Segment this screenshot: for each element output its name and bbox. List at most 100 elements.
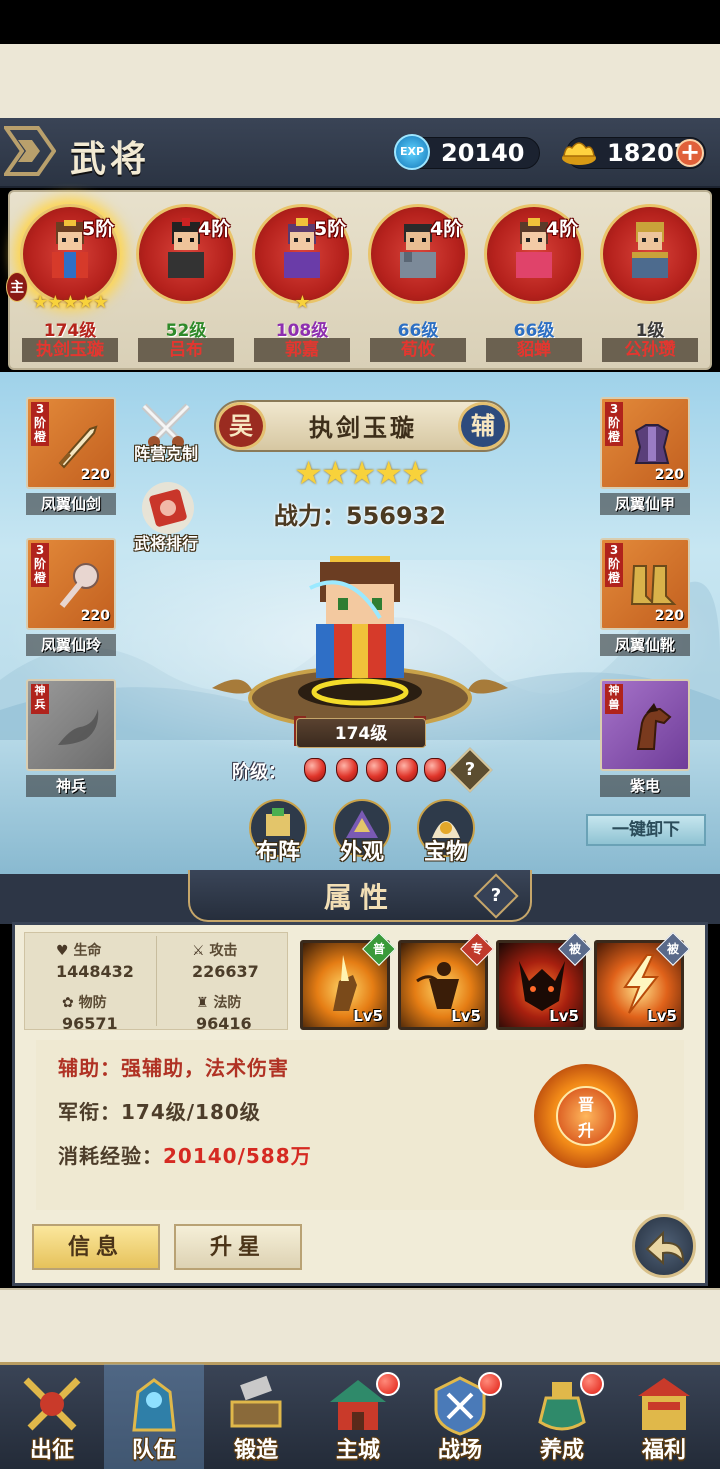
horse-icon — [636, 703, 672, 750]
skill-tag-label: 被 — [666, 942, 679, 956]
role-description: 辅助：强辅助，法术伤害 — [58, 1056, 289, 1080]
rank-gem — [366, 758, 388, 782]
stat-hp-value: 1448432 — [56, 962, 134, 981]
tab-info[interactable]: 信息 — [32, 1224, 160, 1270]
rank-label: 阶级： — [232, 762, 286, 783]
selected-hero-stars: ★★★★★ — [294, 454, 429, 492]
equip-label: 凤翼仙玲 — [26, 634, 116, 656]
nav-item-team[interactable]: 队伍 — [104, 1366, 204, 1466]
hero-tier: 4阶 — [546, 218, 579, 240]
nav-item-battlefield[interactable]: 战场 — [410, 1366, 510, 1466]
rank-gem — [396, 758, 418, 782]
equip-rank-badge: 3阶橙 — [31, 402, 49, 446]
bottom-margin — [0, 1288, 720, 1362]
nav-item-welfare[interactable]: 福利 — [614, 1366, 714, 1466]
skill-tag-label: 专 — [470, 942, 483, 956]
hero-tier: 5阶 — [82, 218, 115, 240]
stat-attack-value: 226637 — [192, 962, 259, 981]
hero-slot[interactable]: 5阶 ★ 108级 郭嘉 — [244, 192, 360, 368]
boots-icon — [630, 565, 677, 605]
equip-slot-mount[interactable]: 神兽 — [600, 679, 690, 771]
paw-icon: ✿ — [62, 995, 74, 1011]
armor-icon — [634, 424, 670, 464]
equip-slot-boots[interactable]: 3阶橙 220 — [600, 538, 690, 630]
hero-name: 执剑玉璇 — [22, 338, 118, 362]
equip-label: 凤翼仙靴 — [600, 634, 690, 656]
stat-mdef-label: 法防 — [213, 995, 242, 1011]
camp-badge: 吴 — [216, 402, 266, 450]
selected-hero-name: 执剑玉璇 — [309, 413, 417, 442]
nav-label: 养成 — [539, 1437, 584, 1463]
camp-counter-label[interactable]: 阵营克制 — [116, 440, 216, 464]
skill-tag-label: 普 — [372, 942, 385, 956]
exp-cost: 消耗经验：20140/588万 — [58, 1140, 312, 1169]
equip-label: 凤翼仙剑 — [26, 493, 116, 515]
treasure-label[interactable]: 宝物 — [396, 834, 496, 866]
exp-cost-label: 消耗经验： — [58, 1144, 163, 1168]
notification-dot — [376, 1372, 400, 1396]
unequip-all-button[interactable]: 一键卸下 — [586, 814, 706, 846]
tab-upstar[interactable]: 升星 — [174, 1224, 302, 1270]
skill-slot[interactable]: 专 Lv5 — [398, 932, 494, 1030]
notification-dot — [580, 1372, 604, 1396]
stat-hp-label: 生命 — [73, 943, 102, 959]
hero-slot[interactable]: 4阶 66级 荀攸 — [360, 192, 476, 368]
header-ornament-icon — [4, 126, 56, 176]
hero-slot[interactable]: 5阶 ★★★★★ 174级 执剑玉璇 — [12, 192, 128, 368]
promote-button[interactable]: 晋升 — [556, 1086, 616, 1146]
hero-name: 郭嘉 — [254, 338, 350, 362]
nav-item-expedition[interactable]: 出征 — [2, 1366, 102, 1466]
nav-item-cultivate[interactable]: 养成 — [512, 1366, 612, 1466]
nav-item-main-city[interactable]: 主城 — [308, 1366, 408, 1466]
exp-icon: EXP — [394, 134, 430, 170]
equip-rank-badge: 3阶橙 — [31, 543, 49, 587]
gold-ingot-icon — [562, 142, 596, 165]
equip-slot-armor[interactable]: 3阶橙 220 — [600, 397, 690, 489]
equip-rank-badge: 3阶橙 — [605, 402, 623, 446]
helmet-icon: ♜ — [196, 995, 209, 1011]
team-icon — [132, 1378, 176, 1432]
back-arrow-icon — [645, 1230, 685, 1266]
stat-magic-defense: ♜ 法防 96416 — [196, 992, 306, 1033]
exp-cost-value: 20140/588万 — [163, 1144, 312, 1168]
skill-level: Lv5 — [353, 1007, 383, 1025]
heart-icon: ♥ — [56, 943, 69, 959]
rank-gem — [336, 758, 358, 782]
question-icon: ? — [464, 759, 476, 780]
question-icon: ? — [490, 885, 502, 906]
hero-slot[interactable]: 4阶 52级 吕布 — [128, 192, 244, 368]
role-badge: 辅 — [458, 402, 508, 450]
add-gold-button[interactable]: + — [676, 139, 704, 167]
stat-physical-defense: ✿ 物防 96571 — [62, 992, 172, 1033]
hero-stars: ★★★★★ — [32, 292, 109, 313]
equip-slot-accessory[interactable]: 3阶橙 220 — [26, 538, 116, 630]
stat-mdef-value: 96416 — [196, 1014, 252, 1033]
bell-icon — [59, 563, 99, 608]
equip-value: 220 — [80, 608, 110, 624]
back-button[interactable] — [632, 1214, 696, 1278]
combat-power: 战力：556932 — [273, 502, 447, 530]
stat-hp: ♥ 生命 1448432 — [56, 940, 166, 981]
skill-slot[interactable]: 普 Lv5 — [300, 932, 396, 1030]
equip-label: 凤翼仙甲 — [600, 493, 690, 515]
equip-rank-badge: 神兵 — [31, 684, 49, 714]
skill-level: Lv5 — [647, 1007, 677, 1025]
skill-tag-label: 被 — [568, 942, 581, 956]
equip-rank-badge: 神兽 — [605, 684, 623, 714]
welfare-icon — [638, 1378, 690, 1430]
hero-slot[interactable]: 4阶 66级 貂蝉 — [476, 192, 592, 368]
skill-slot[interactable]: 被 Lv5 — [496, 932, 592, 1030]
sword-icon — [58, 425, 98, 469]
hero-ranking-label[interactable]: 武将排行 — [116, 530, 216, 554]
hero-name: 吕布 — [138, 338, 234, 362]
forge-icon — [230, 1375, 282, 1428]
hero-slot[interactable]: 1级 公孙瓒 — [592, 192, 708, 368]
equip-slot-weapon[interactable]: 3阶橙 220 — [26, 397, 116, 489]
nav-item-forge[interactable]: 锻造 — [206, 1366, 306, 1466]
skill-slot[interactable]: 被 Lv5 — [594, 932, 690, 1030]
scroll-ranking-icon[interactable] — [138, 478, 198, 538]
hero-tier: 4阶 — [198, 218, 231, 240]
nav-label: 出征 — [29, 1437, 74, 1463]
equip-slot-divine-weapon[interactable]: 神兵 — [26, 679, 116, 771]
rank-gem — [304, 758, 326, 782]
